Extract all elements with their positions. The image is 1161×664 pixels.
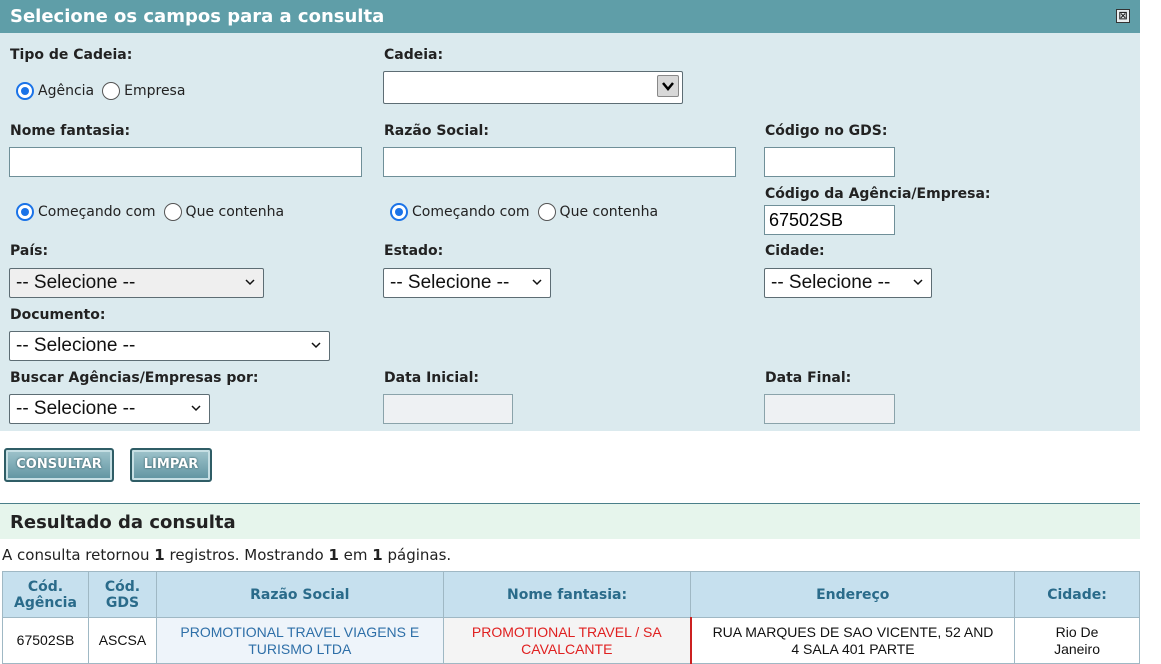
cidade-value: -- Selecione -- [771, 272, 891, 293]
results-table: Cód. Agência Cód. GDS Razão Social Nome fa… [2, 571, 1140, 664]
documento-value: -- Selecione -- [16, 335, 136, 356]
chevron-down-icon[interactable] [657, 75, 679, 97]
summary-pages: 1 [372, 546, 383, 564]
consultar-button[interactable]: CONSULTAR [4, 448, 114, 482]
col-nome-fantasia[interactable]: Nome fantasia: [442, 571, 692, 618]
col-cod-agencia[interactable]: Cód. Agência [2, 571, 89, 618]
summary-prefix: A consulta retornou [2, 546, 155, 564]
codigo-agencia-label: Código da Agência/Empresa: [765, 186, 991, 202]
close-icon[interactable]: ⊠ [1116, 9, 1130, 23]
cadeia-select[interactable] [383, 71, 683, 104]
results-summary: A consulta retornou 1 registros. Mostran… [2, 546, 451, 564]
cell-cod-gds: ASCSA [87, 617, 157, 664]
nome-fantasia-match-group: Começando com Que contenha [16, 203, 292, 221]
nome-fantasia-label: Nome fantasia: [10, 123, 131, 139]
documento-label: Documento: [10, 307, 106, 323]
summary-suffix: páginas. [382, 546, 452, 564]
table-header-row: Cód. Agência Cód. GDS Razão Social Nome fa… [2, 571, 1140, 618]
radio-razao-comecando[interactable] [390, 203, 408, 221]
radio-empresa-label[interactable]: Empresa [124, 83, 185, 99]
tipo-cadeia-label: Tipo de Cadeia: [10, 47, 133, 63]
cell-cidade: Rio De Janeiro [1014, 617, 1140, 664]
radio-agencia[interactable] [16, 82, 34, 100]
chevron-down-icon [532, 279, 542, 286]
buscar-por-select[interactable]: -- Selecione -- [9, 394, 210, 424]
radio-agencia-label[interactable]: Agência [38, 83, 94, 99]
chevron-down-icon [245, 279, 255, 286]
limpar-button[interactable]: LIMPAR [130, 448, 212, 482]
radio-razao-contenha[interactable] [537, 203, 556, 221]
codigo-gds-label: Código no GDS: [765, 123, 888, 139]
radio-nome-comecando[interactable] [16, 203, 34, 221]
search-panel: Selecione os campos para a consulta ⊠ Ti… [0, 0, 1140, 431]
razao-social-input[interactable] [383, 147, 736, 177]
data-inicial-input[interactable] [383, 394, 513, 424]
cell-razao-social[interactable]: PROMOTIONAL TRAVEL VIAGENS E TURISMO LTDA [155, 617, 444, 664]
col-cidade[interactable]: Cidade: [1014, 571, 1140, 618]
codigo-gds-input[interactable] [764, 147, 895, 177]
buscar-por-value: -- Selecione -- [16, 398, 136, 419]
radio-empresa[interactable] [102, 82, 121, 100]
razao-social-match-group: Começando com Que contenha [390, 203, 666, 221]
cidade-select[interactable]: -- Selecione -- [764, 268, 932, 298]
estado-value: -- Selecione -- [390, 272, 510, 293]
radio-nome-comecando-label[interactable]: Começando com [38, 204, 156, 220]
tipo-cadeia-radio-group: Agência Empresa [16, 82, 193, 100]
results-title: Resultado da consulta [0, 503, 1140, 539]
summary-count: 1 [154, 546, 165, 564]
radio-nome-contenha[interactable] [163, 203, 182, 221]
summary-shown: 1 [328, 546, 339, 564]
cell-nome-fantasia[interactable]: PROMOTIONAL TRAVEL / SA CAVALCANTE [442, 617, 692, 664]
col-cod-gds[interactable]: Cód. GDS [87, 571, 157, 618]
estado-select[interactable]: -- Selecione -- [383, 268, 551, 298]
codigo-agencia-input[interactable]: 67502SB [764, 205, 895, 235]
estado-label: Estado: [384, 243, 444, 259]
cidade-label: Cidade: [765, 243, 825, 259]
col-razao-social[interactable]: Razão Social [155, 571, 444, 618]
cell-endereco: RUA MARQUES DE SAO VICENTE, 52 AND 4 SALA… [690, 617, 1016, 664]
pais-select[interactable]: -- Selecione -- [9, 268, 264, 298]
panel-title-text: Selecione os campos para a consulta [10, 6, 385, 27]
data-final-input[interactable] [764, 394, 895, 424]
summary-mid2: em [338, 546, 373, 564]
cell-cod-agencia: 67502SB [2, 617, 89, 664]
buscar-por-label: Buscar Agências/Empresas por: [10, 370, 259, 386]
data-inicial-label: Data Inicial: [384, 370, 479, 386]
documento-select[interactable]: -- Selecione -- [9, 331, 330, 361]
radio-razao-contenha-label[interactable]: Que contenha [560, 204, 659, 220]
chevron-down-icon [913, 279, 923, 286]
data-final-label: Data Final: [765, 370, 852, 386]
radio-razao-comecando-label[interactable]: Começando com [412, 204, 530, 220]
razao-social-label: Razão Social: [384, 123, 489, 139]
chevron-down-icon [191, 405, 201, 412]
pais-label: País: [10, 243, 49, 259]
table-row[interactable]: 67502SB ASCSA PROMOTIONAL TRAVEL VIAGENS… [2, 617, 1140, 664]
cadeia-label: Cadeia: [384, 47, 444, 63]
radio-nome-contenha-label[interactable]: Que contenha [186, 204, 285, 220]
summary-mid1: registros. Mostrando [164, 546, 329, 564]
col-endereco[interactable]: Endereço [690, 571, 1016, 618]
panel-title: Selecione os campos para a consulta ⊠ [0, 0, 1140, 33]
chevron-down-icon [311, 342, 321, 349]
pais-value: -- Selecione -- [16, 272, 136, 293]
nome-fantasia-input[interactable] [9, 147, 362, 177]
